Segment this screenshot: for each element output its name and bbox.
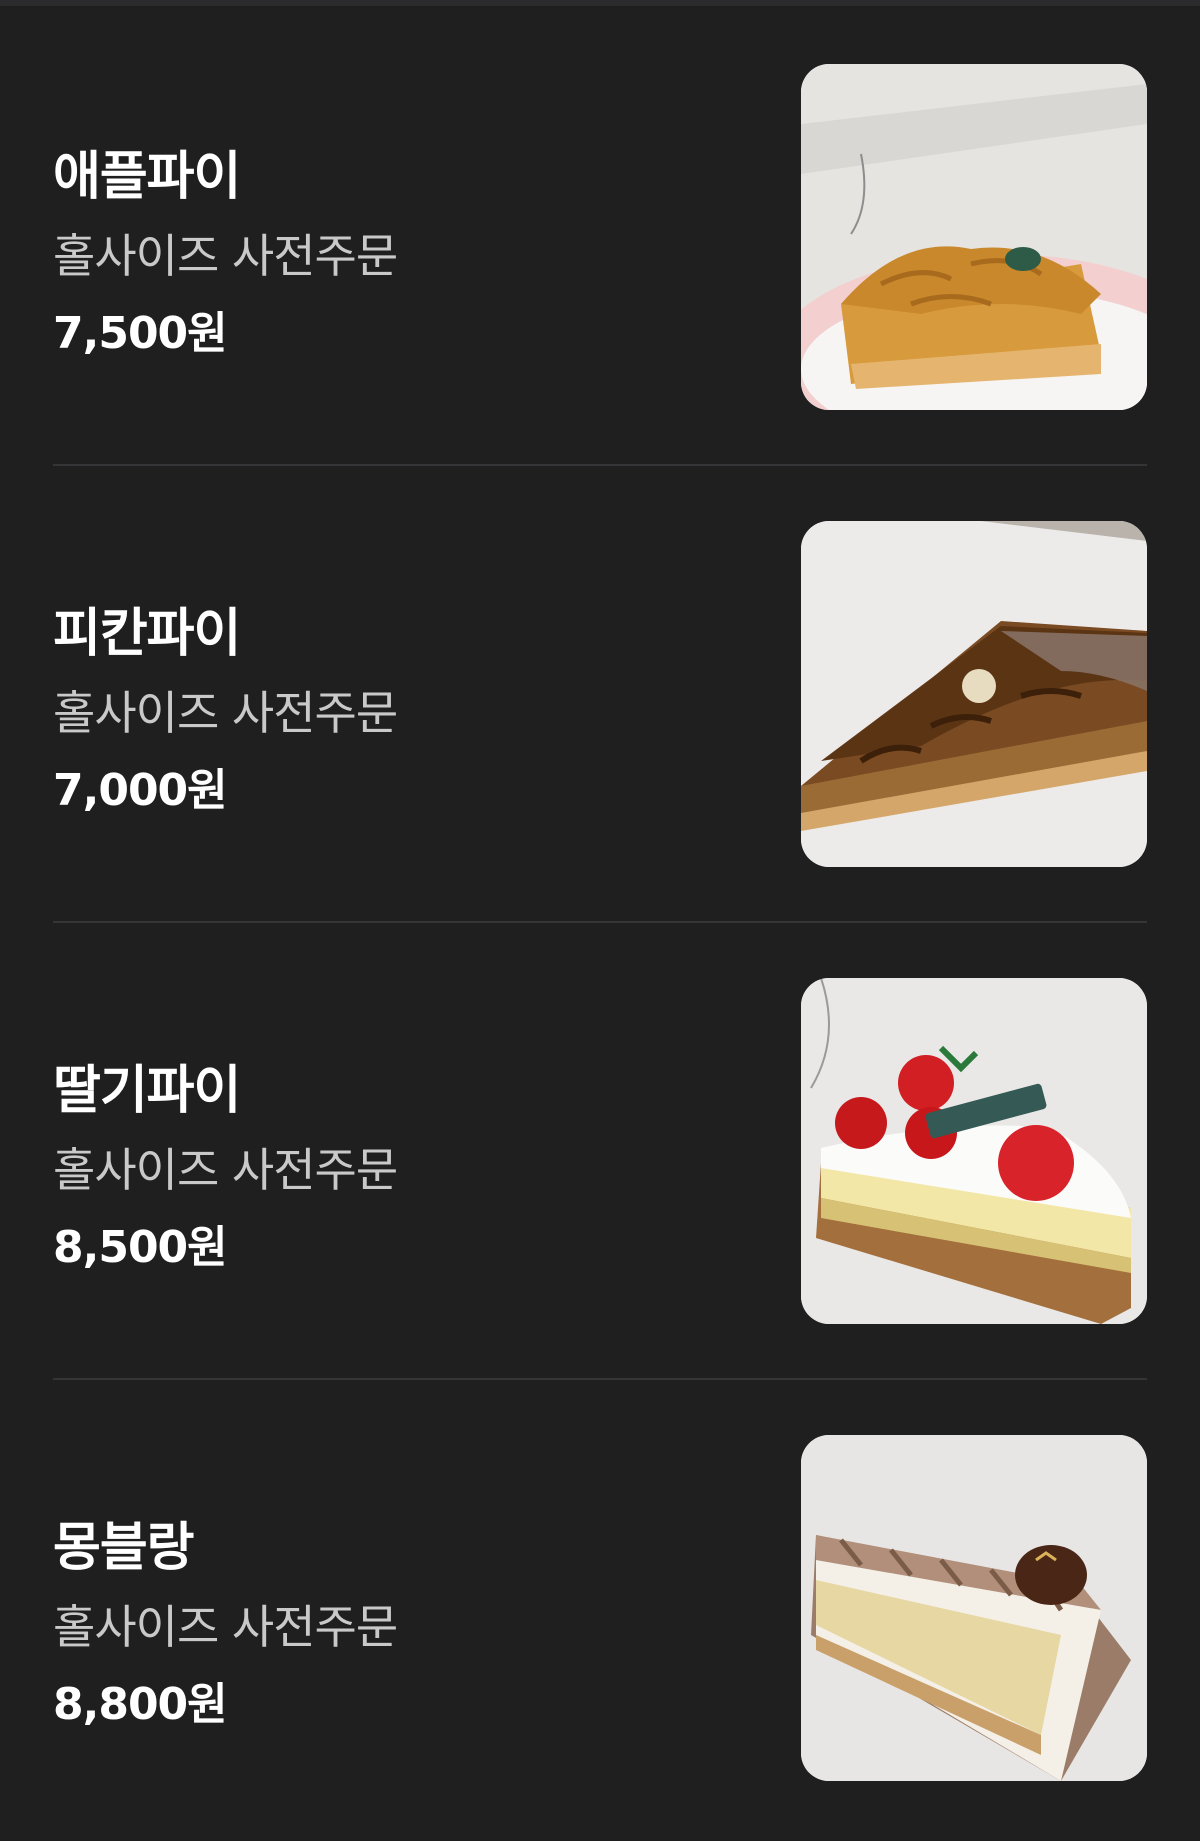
menu-item-name: 몽블랑: [53, 1518, 195, 1578]
menu-item-name: 피칸파이: [53, 604, 241, 664]
menu-item-name: 딸기파이: [53, 1061, 241, 1121]
menu-item-description: 홀사이즈 사전주문: [53, 1600, 398, 1654]
menu-item-description: 홀사이즈 사전주문: [53, 229, 398, 283]
menu-item-mont-blanc[interactable]: 몽블랑 홀사이즈 사전주문 8,800원: [53, 1383, 1147, 1841]
divider: [53, 1378, 1147, 1380]
menu-item-name: 애플파이: [53, 147, 241, 207]
strawberry-pie-photo[interactable]: [801, 978, 1147, 1324]
menu-item-description: 홀사이즈 사전주문: [53, 1143, 398, 1197]
menu-item-apple-pie[interactable]: 애플파이 홀사이즈 사전주문 7,500원: [53, 12, 1147, 470]
mont-blanc-photo[interactable]: [801, 1435, 1147, 1781]
divider: [53, 464, 1147, 466]
pecan-pie-photo[interactable]: [801, 521, 1147, 867]
divider: [53, 921, 1147, 923]
top-bar: [0, 0, 1200, 6]
menu-item-pecan-pie[interactable]: 피칸파이 홀사이즈 사전주문 7,000원: [53, 469, 1147, 927]
menu-item-strawberry-pie[interactable]: 딸기파이 홀사이즈 사전주문 8,500원: [53, 926, 1147, 1384]
menu-item-price: 7,000원: [53, 765, 228, 816]
menu-item-price: 7,500원: [53, 308, 228, 359]
menu-item-description: 홀사이즈 사전주문: [53, 686, 398, 740]
menu-item-price: 8,800원: [53, 1679, 228, 1730]
apple-pie-photo[interactable]: [801, 64, 1147, 410]
menu-item-price: 8,500원: [53, 1222, 228, 1273]
